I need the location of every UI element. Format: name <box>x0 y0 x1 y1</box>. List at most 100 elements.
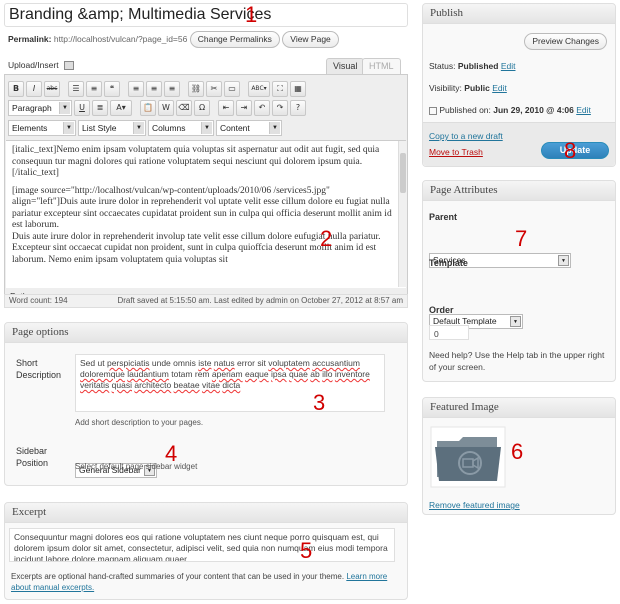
page-attributes-heading[interactable]: Page Attributes <box>423 181 615 201</box>
short-description-word: dicta <box>222 380 241 390</box>
edit-visibility-link[interactable]: Edit <box>492 83 507 93</box>
content-paragraph: [image source="http://localhost/vulcan/w… <box>12 185 392 231</box>
bullet-list-icon[interactable]: ☰ <box>68 81 84 97</box>
upload-insert[interactable]: Upload/Insert <box>8 60 74 71</box>
annotation-7: 7 <box>515 226 528 251</box>
upload-insert-label: Upload/Insert <box>8 60 59 70</box>
short-description-word: illo <box>322 369 333 379</box>
edit-date-link[interactable]: Edit <box>576 105 591 115</box>
move-to-trash-link[interactable]: Move to Trash <box>429 147 483 157</box>
excerpt-heading[interactable]: Excerpt <box>5 503 407 523</box>
visibility-row: Visibility: Public Edit <box>429 83 507 93</box>
underline-icon[interactable]: U <box>74 100 90 116</box>
media-icon[interactable] <box>63 61 74 71</box>
template-label: Template <box>429 258 468 268</box>
copy-draft-link[interactable]: Copy to a new draft <box>429 131 503 141</box>
strikethrough-icon[interactable]: abc <box>44 81 60 97</box>
toolbar-row-3: Elements ▼ List Style ▼ Columns ▼ Content ▼ <box>8 119 282 137</box>
justify-icon[interactable]: ≣ <box>92 100 108 116</box>
featured-image-heading[interactable]: Featured Image <box>423 398 615 418</box>
align-center-icon[interactable]: ≡ <box>146 81 162 97</box>
short-description-word: perspiciatis <box>106 358 150 368</box>
short-description-word: eaque <box>244 369 269 379</box>
edit-status-link[interactable]: Edit <box>501 61 516 71</box>
short-description-word: natus <box>213 358 235 368</box>
annotation-8: 8 <box>564 138 577 163</box>
link-icon[interactable]: ⛓ <box>188 81 204 97</box>
chevron-down-icon: ▼ <box>510 316 521 327</box>
view-page-button[interactable]: View Page <box>282 31 339 48</box>
remove-format-icon[interactable]: ⌫ <box>176 100 192 116</box>
special-char-icon[interactable]: Ω <box>194 100 210 116</box>
tab-visual[interactable]: Visual <box>326 58 365 75</box>
order-input[interactable]: 0 <box>429 325 469 340</box>
status-row: Status: Published Edit <box>429 61 516 71</box>
publish-heading[interactable]: Publish <box>423 4 615 24</box>
paste-text-icon[interactable]: 📋 <box>140 100 156 116</box>
editor-content[interactable]: [italic_text]Nemo enim ipsam voluptatem … <box>6 140 406 288</box>
toolbar-row-1: B I abc ☰ ≡ ❝ ≡ ≡ ≡ ⛓ ✂ ▭ ABC▾ ⛶ ▦ <box>8 80 306 98</box>
short-description-word: voluptatem <box>268 358 310 368</box>
elements-select[interactable]: Elements ▼ <box>8 120 76 136</box>
toolbar-row-2: Paragraph ▼ U ≣ A▾ 📋 W ⌫ Ω ⇤ ⇥ ↶ ↷ ? <box>8 99 306 117</box>
redo-icon[interactable]: ↷ <box>272 100 288 116</box>
publish-actions: Copy to a new draft Move to Trash Update <box>423 122 615 166</box>
excerpt-textarea[interactable]: Consequuntur magni dolores eos qui ratio… <box>9 528 395 562</box>
short-description-help: Add short description to your pages. <box>75 418 204 427</box>
help-text: Need help? Use the Help tab in the upper… <box>429 350 605 372</box>
content-select[interactable]: Content ▼ <box>216 120 282 136</box>
remove-featured-image-link[interactable]: Remove featured image <box>429 500 520 510</box>
short-description-textarea[interactable]: Sed ut perspiciatis unde omnis iste natu… <box>75 354 385 412</box>
preview-changes-button[interactable]: Preview Changes <box>524 33 607 50</box>
short-description-word: rem <box>194 369 210 379</box>
short-description-word: quasi <box>111 380 132 390</box>
permalink-url[interactable]: http://localhost/vulcan/?page_id=56 <box>54 34 188 44</box>
annotation-5: 5 <box>300 538 313 563</box>
short-description-word: beatae <box>173 380 200 390</box>
align-right-icon[interactable]: ≡ <box>164 81 180 97</box>
more-tag-icon[interactable]: ▭ <box>224 81 240 97</box>
kitchen-sink-icon[interactable]: ▦ <box>290 81 306 97</box>
short-description-word: iste <box>198 358 212 368</box>
short-description-word: inventore <box>334 369 370 379</box>
scrollbar-thumb[interactable] <box>400 153 406 193</box>
tab-html[interactable]: HTML <box>362 58 401 75</box>
sidebar-position-help: Select default page sidebar widget <box>75 462 198 471</box>
draft-status: Draft saved at 5:15:50 am. Last edited b… <box>117 296 403 305</box>
blockquote-icon[interactable]: ❝ <box>104 81 120 97</box>
short-description-word: Sed <box>80 358 96 368</box>
short-description-word: sit <box>257 358 266 368</box>
order-label: Order <box>429 305 454 315</box>
editor-scrollbar[interactable] <box>398 141 407 287</box>
help-icon[interactable]: ? <box>290 100 306 116</box>
format-select[interactable]: Paragraph ▼ <box>8 100 72 116</box>
permalink-row: Permalink: http://localhost/vulcan/?page… <box>8 31 339 48</box>
short-description-word: veritatis <box>80 380 110 390</box>
page-options-panel: Page options Short Description Sed ut pe… <box>4 322 408 486</box>
title-input[interactable]: Branding &amp; Multimedia Services <box>4 3 408 27</box>
chevron-down-icon: ▼ <box>63 122 74 134</box>
featured-image-thumbnail[interactable] <box>429 425 507 489</box>
unlink-icon[interactable]: ✂ <box>206 81 222 97</box>
paste-word-icon[interactable]: W <box>158 100 174 116</box>
bold-icon[interactable]: B <box>8 81 24 97</box>
list-style-select[interactable]: List Style ▼ <box>78 120 146 136</box>
columns-select[interactable]: Columns ▼ <box>148 120 214 136</box>
content-paragraph: [italic_text]Nemo enim ipsam voluptatem … <box>12 145 380 178</box>
italic-icon[interactable]: I <box>26 81 42 97</box>
numbered-list-icon[interactable]: ≡ <box>86 81 102 97</box>
short-description-word: totam <box>171 369 193 379</box>
annotation-1: 1 <box>245 2 258 27</box>
fullscreen-icon[interactable]: ⛶ <box>272 81 288 97</box>
indent-icon[interactable]: ⇥ <box>236 100 252 116</box>
page-options-heading[interactable]: Page options <box>5 323 407 343</box>
text-color-icon[interactable]: A▾ <box>110 100 132 116</box>
undo-icon[interactable]: ↶ <box>254 100 270 116</box>
chevron-down-icon: ▼ <box>59 102 70 114</box>
align-left-icon[interactable]: ≡ <box>128 81 144 97</box>
chevron-down-icon: ▼ <box>269 122 280 134</box>
outdent-icon[interactable]: ⇤ <box>218 100 234 116</box>
short-description-word: omnis <box>173 358 196 368</box>
change-permalinks-button[interactable]: Change Permalinks <box>189 31 280 48</box>
spellcheck-icon[interactable]: ABC▾ <box>248 81 270 97</box>
